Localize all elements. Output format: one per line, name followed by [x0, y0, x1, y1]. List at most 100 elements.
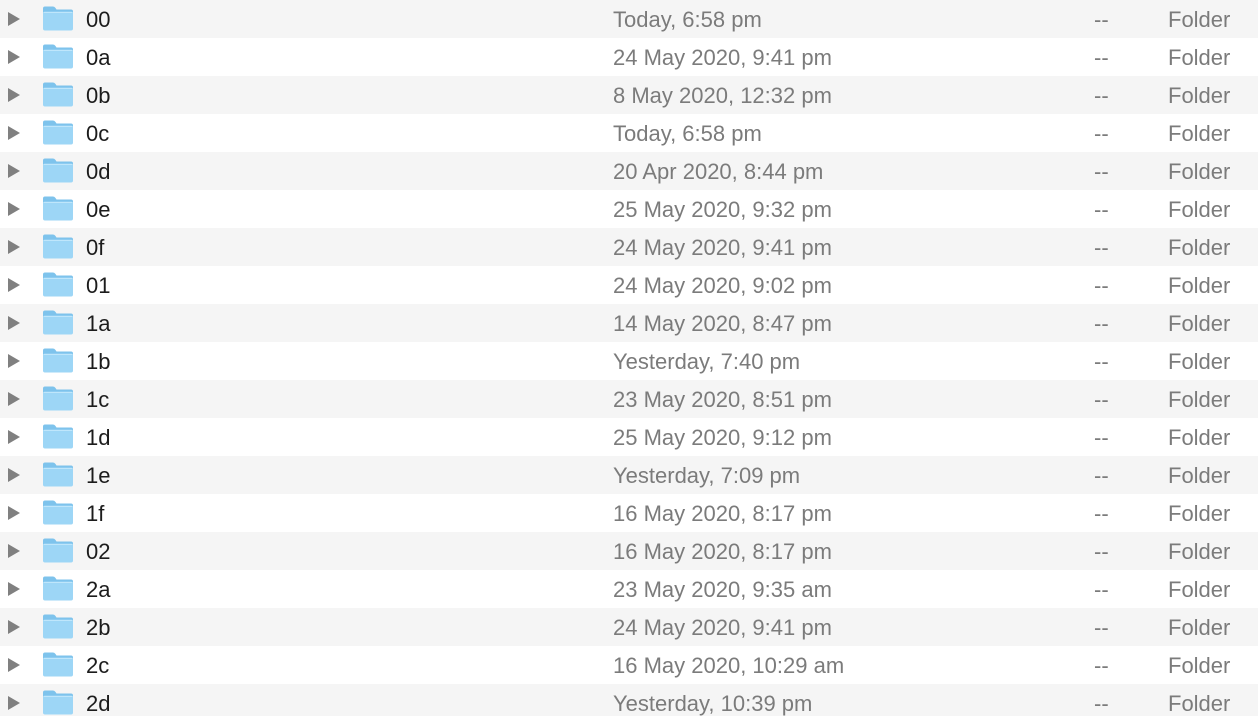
disclosure-triangle-icon[interactable] — [8, 620, 20, 634]
list-row[interactable]: 1f 16 May 2020, 8:17 pm -- Folder — [0, 494, 1258, 532]
file-name[interactable]: 1b — [86, 350, 110, 374]
file-name[interactable]: 0e — [86, 198, 110, 222]
disclosure-triangle-icon[interactable] — [8, 658, 20, 672]
list-row[interactable]: 0a 24 May 2020, 9:41 pm -- Folder — [0, 38, 1258, 76]
file-kind: Folder — [1168, 121, 1231, 146]
file-name[interactable]: 1f — [86, 502, 104, 526]
disclosure-triangle-icon[interactable] — [8, 164, 20, 178]
disclosure-triangle-icon[interactable] — [8, 202, 20, 216]
disclosure-triangle-icon[interactable] — [8, 278, 20, 292]
list-row[interactable]: 2b 24 May 2020, 9:41 pm -- Folder — [0, 608, 1258, 646]
list-row[interactable]: 0d 20 Apr 2020, 8:44 pm -- Folder — [0, 152, 1258, 190]
list-row[interactable]: 1e Yesterday, 7:09 pm -- Folder — [0, 456, 1258, 494]
list-row[interactable]: 02 16 May 2020, 8:17 pm -- Folder — [0, 532, 1258, 570]
file-kind: Folder — [1168, 615, 1231, 640]
file-name[interactable]: 00 — [86, 8, 110, 32]
file-size: -- — [1094, 273, 1109, 298]
file-size: -- — [1094, 501, 1109, 526]
file-kind: Folder — [1168, 159, 1231, 184]
folder-icon — [43, 424, 73, 449]
folder-icon — [43, 386, 73, 411]
disclosure-triangle-icon[interactable] — [8, 354, 20, 368]
file-name[interactable]: 1e — [86, 464, 110, 488]
file-name[interactable]: 02 — [86, 540, 110, 564]
folder-icon — [43, 690, 73, 715]
disclosure-triangle-icon[interactable] — [8, 582, 20, 596]
file-kind: Folder — [1168, 539, 1231, 564]
file-size: -- — [1094, 235, 1109, 260]
file-size: -- — [1094, 615, 1109, 640]
file-name[interactable]: 0b — [86, 84, 110, 108]
disclosure-triangle-icon[interactable] — [8, 240, 20, 254]
list-row[interactable]: 01 24 May 2020, 9:02 pm -- Folder — [0, 266, 1258, 304]
disclosure-triangle-icon[interactable] — [8, 392, 20, 406]
file-kind: Folder — [1168, 387, 1231, 412]
file-kind: Folder — [1168, 311, 1231, 336]
file-size: -- — [1094, 7, 1109, 32]
file-name[interactable]: 2d — [86, 692, 110, 716]
list-row[interactable]: 1c 23 May 2020, 8:51 pm -- Folder — [0, 380, 1258, 418]
file-kind: Folder — [1168, 45, 1231, 70]
file-kind: Folder — [1168, 197, 1231, 222]
folder-icon — [43, 272, 73, 297]
file-name[interactable]: 0c — [86, 122, 109, 146]
disclosure-triangle-icon[interactable] — [8, 696, 20, 710]
file-name[interactable]: 1a — [86, 312, 110, 336]
date-modified: 16 May 2020, 10:29 am — [613, 653, 845, 678]
date-modified: 20 Apr 2020, 8:44 pm — [613, 159, 824, 184]
date-modified: Yesterday, 10:39 pm — [613, 691, 813, 716]
disclosure-triangle-icon[interactable] — [8, 50, 20, 64]
list-row[interactable]: 1d 25 May 2020, 9:12 pm -- Folder — [0, 418, 1258, 456]
file-name[interactable]: 0d — [86, 160, 110, 184]
list-row[interactable]: 1a 14 May 2020, 8:47 pm -- Folder — [0, 304, 1258, 342]
list-row[interactable]: 1b Yesterday, 7:40 pm -- Folder — [0, 342, 1258, 380]
list-row[interactable]: 2c 16 May 2020, 10:29 am -- Folder — [0, 646, 1258, 684]
folder-icon — [43, 652, 73, 677]
file-name[interactable]: 0f — [86, 236, 104, 260]
file-kind: Folder — [1168, 349, 1231, 374]
file-name[interactable]: 1c — [86, 388, 109, 412]
file-size: -- — [1094, 577, 1109, 602]
folder-icon — [43, 234, 73, 259]
file-size: -- — [1094, 311, 1109, 336]
list-row[interactable]: 2d Yesterday, 10:39 pm -- Folder — [0, 684, 1258, 716]
file-kind: Folder — [1168, 235, 1231, 260]
date-modified: 24 May 2020, 9:41 pm — [613, 45, 832, 70]
file-size: -- — [1094, 463, 1109, 488]
file-size: -- — [1094, 539, 1109, 564]
date-modified: Yesterday, 7:09 pm — [613, 463, 801, 488]
file-size: -- — [1094, 159, 1109, 184]
disclosure-triangle-icon[interactable] — [8, 12, 20, 26]
file-name[interactable]: 2c — [86, 654, 109, 678]
list-row[interactable]: 0b 8 May 2020, 12:32 pm -- Folder — [0, 76, 1258, 114]
file-name[interactable]: 2b — [86, 616, 110, 640]
file-name[interactable]: 1d — [86, 426, 110, 450]
file-name[interactable]: 2a — [86, 578, 110, 602]
disclosure-triangle-icon[interactable] — [8, 126, 20, 140]
disclosure-triangle-icon[interactable] — [8, 506, 20, 520]
disclosure-triangle-icon[interactable] — [8, 430, 20, 444]
date-modified: 23 May 2020, 9:35 am — [613, 577, 832, 602]
date-modified: 23 May 2020, 8:51 pm — [613, 387, 832, 412]
list-row[interactable]: 0c Today, 6:58 pm -- Folder — [0, 114, 1258, 152]
folder-icon — [43, 500, 73, 525]
folder-icon — [43, 196, 73, 221]
disclosure-triangle-icon[interactable] — [8, 544, 20, 558]
disclosure-triangle-icon[interactable] — [8, 88, 20, 102]
date-modified: 8 May 2020, 12:32 pm — [613, 83, 832, 108]
date-modified: 24 May 2020, 9:41 pm — [613, 615, 832, 640]
list-row[interactable]: 2a 23 May 2020, 9:35 am -- Folder — [0, 570, 1258, 608]
disclosure-triangle-icon[interactable] — [8, 468, 20, 482]
date-modified: 25 May 2020, 9:12 pm — [613, 425, 832, 450]
file-kind: Folder — [1168, 425, 1231, 450]
list-row[interactable]: 0f 24 May 2020, 9:41 pm -- Folder — [0, 228, 1258, 266]
date-modified: 14 May 2020, 8:47 pm — [613, 311, 832, 336]
disclosure-triangle-icon[interactable] — [8, 316, 20, 330]
list-row[interactable]: 0e 25 May 2020, 9:32 pm -- Folder — [0, 190, 1258, 228]
file-size: -- — [1094, 387, 1109, 412]
list-row[interactable]: 00 Today, 6:58 pm -- Folder — [0, 0, 1258, 38]
file-list: 00 Today, 6:58 pm -- Folder 0a 24 May 20… — [0, 0, 1258, 716]
file-kind: Folder — [1168, 7, 1231, 32]
file-name[interactable]: 01 — [86, 274, 110, 298]
file-name[interactable]: 0a — [86, 46, 110, 70]
